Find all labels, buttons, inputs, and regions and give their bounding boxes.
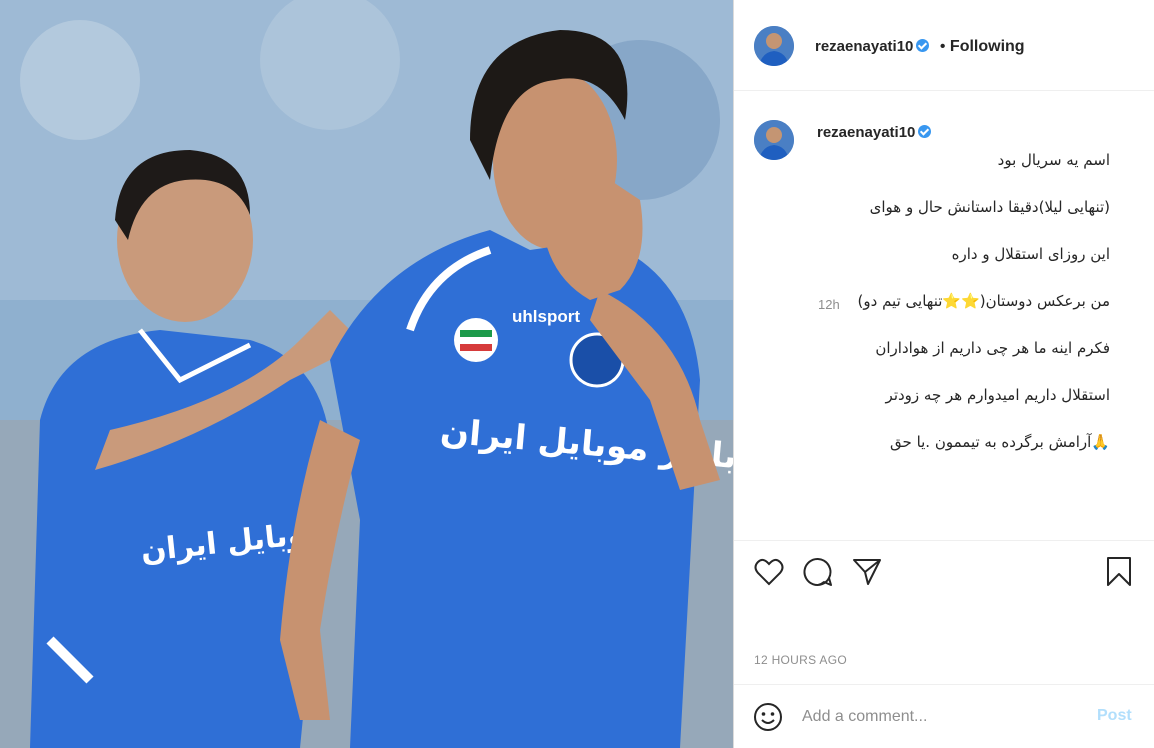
photo-illustration: موبایل ایران uhlsport بازار موبایل ایران xyxy=(0,0,733,748)
heart-icon[interactable] xyxy=(754,558,784,586)
verified-badge-icon xyxy=(916,39,930,52)
bookmark-icon[interactable] xyxy=(1105,556,1133,587)
action-bar xyxy=(734,540,1154,610)
caption-text: اسم یه سریال بود (تنهایی لیلا)دقیقا داست… xyxy=(810,125,1110,478)
post-header: rezaenayati10 • Following xyxy=(734,0,1154,91)
avatar-image xyxy=(754,26,794,66)
post-comment-button[interactable]: Post xyxy=(1097,707,1132,725)
caption-line: 🙏آرامش برگرده به تیممون .یا حق xyxy=(890,432,1110,451)
author-username[interactable]: rezaenayati10 xyxy=(815,38,913,55)
comment-input[interactable] xyxy=(802,705,1072,729)
post-date[interactable]: 12 HOURS AGO xyxy=(754,653,847,667)
following-button[interactable]: Following xyxy=(950,38,1025,55)
emoji-icon[interactable] xyxy=(753,702,783,732)
caption-avatar[interactable] xyxy=(754,120,794,160)
caption-line: فکرم اینه ما هر چی داریم از هواداران xyxy=(875,338,1110,357)
header-user-line: rezaenayati10 • Following xyxy=(815,38,1025,56)
post-side-panel: rezaenayati10 • Following rezaenayati10 … xyxy=(733,0,1154,748)
comment-bar: Post xyxy=(734,684,1154,748)
caption-timestamp[interactable]: 12h xyxy=(818,297,840,312)
caption-line: استقلال داریم امیدوارم هر چه زودتر xyxy=(885,385,1110,404)
avatar-image xyxy=(754,120,794,160)
comment-icon[interactable] xyxy=(803,557,833,587)
caption-line: این روزای استقلال و داره xyxy=(951,244,1110,263)
author-avatar[interactable] xyxy=(754,26,794,66)
caption-line: من برعکس دوستان(⭐⭐تنهایی تیم دو) xyxy=(857,291,1110,310)
jersey-brand: uhlsport xyxy=(512,307,580,326)
post-photo[interactable]: موبایل ایران uhlsport بازار موبایل ایران xyxy=(0,0,733,748)
share-icon[interactable] xyxy=(852,557,882,587)
caption-line: (تنهایی لیلا)دقیقا داستانش حال و هوای xyxy=(869,197,1110,216)
caption-line: اسم یه سریال بود xyxy=(997,150,1110,169)
header-dot: • xyxy=(939,38,946,55)
